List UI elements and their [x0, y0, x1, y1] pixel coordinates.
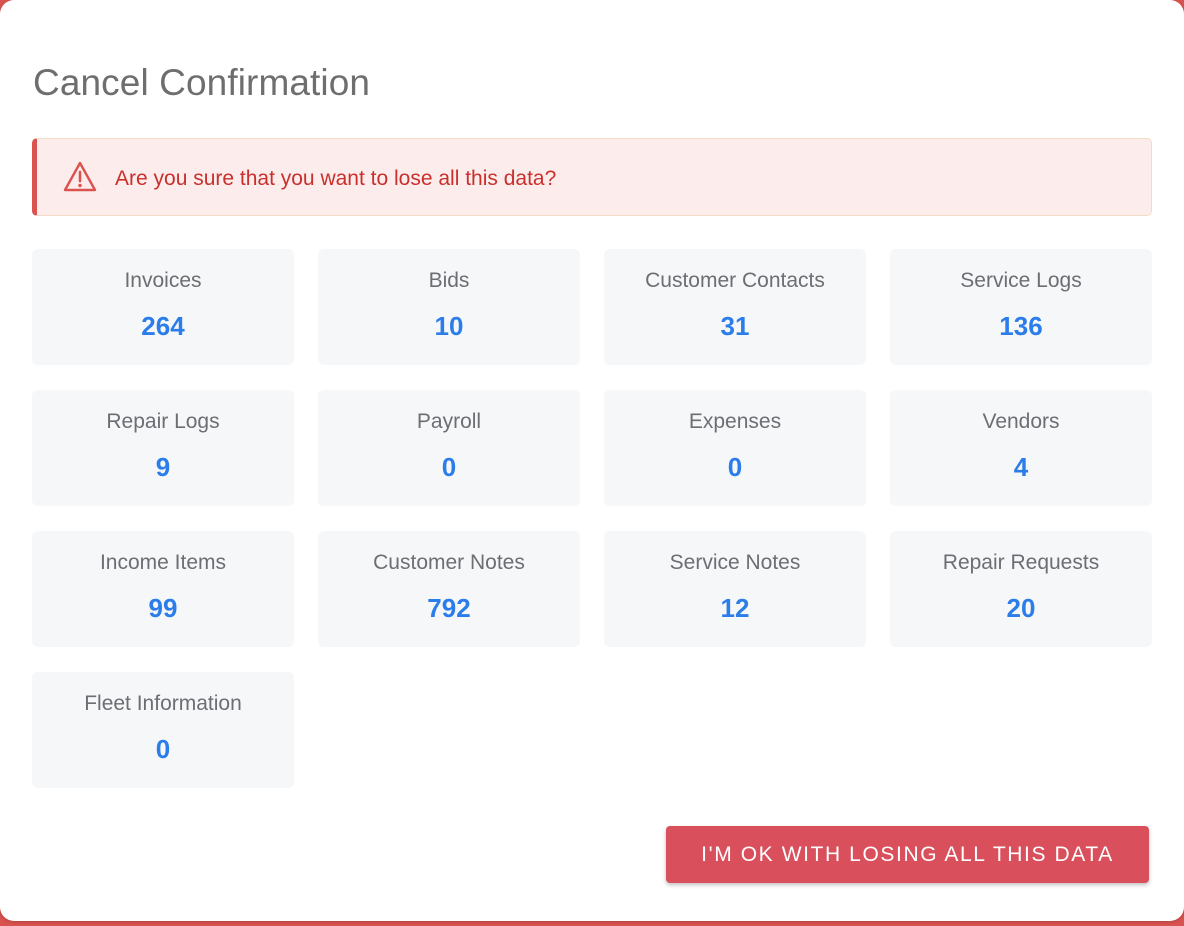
- stat-value: 0: [441, 452, 457, 482]
- stat-label: Repair Requests: [942, 551, 1100, 574]
- stat-value: 792: [427, 593, 471, 623]
- cancel-confirmation-dialog: Cancel Confirmation Are you sure that yo…: [0, 0, 1184, 921]
- stat-card-bids: Bids 10: [318, 249, 580, 365]
- dialog-title: Cancel Confirmation: [33, 62, 371, 103]
- stat-value: 20: [1006, 593, 1036, 623]
- stat-label: Bids: [428, 269, 470, 292]
- stat-value: 31: [720, 311, 750, 341]
- stat-label: Fleet Information: [84, 692, 242, 715]
- stat-card-expenses: Expenses 0: [604, 390, 866, 506]
- stat-card-vendors: Vendors 4: [890, 390, 1152, 506]
- stat-card-service-notes: Service Notes 12: [604, 531, 866, 647]
- stat-label: Invoices: [124, 269, 202, 292]
- stat-value: 0: [155, 734, 171, 764]
- stat-value: 0: [727, 452, 743, 482]
- stat-label: Income Items: [99, 551, 227, 574]
- stat-value: 136: [999, 311, 1043, 341]
- stat-label: Service Notes: [669, 551, 801, 574]
- stat-value: 12: [720, 593, 750, 623]
- stat-label: Service Logs: [960, 269, 1082, 292]
- warning-triangle-icon: [62, 160, 98, 194]
- stat-card-income-items: Income Items 99: [32, 531, 294, 647]
- stat-card-customer-notes: Customer Notes 792: [318, 531, 580, 647]
- stat-label: Vendors: [982, 410, 1060, 433]
- stat-value: 4: [1013, 452, 1029, 482]
- stat-value: 99: [148, 593, 178, 623]
- stat-card-repair-logs: Repair Logs 9: [32, 390, 294, 506]
- confirm-lose-data-button[interactable]: I'M OK WITH LOSING ALL THIS DATA: [666, 826, 1149, 883]
- stat-label: Expenses: [688, 410, 782, 433]
- stat-value: 264: [141, 311, 185, 341]
- data-summary-grid: Invoices 264 Bids 10 Customer Contacts 3…: [32, 249, 1152, 788]
- stat-label: Repair Logs: [106, 410, 220, 433]
- warning-message: Are you sure that you want to lose all t…: [115, 167, 557, 190]
- stat-card-repair-requests: Repair Requests 20: [890, 531, 1152, 647]
- stat-card-service-logs: Service Logs 136: [890, 249, 1152, 365]
- stat-label: Customer Contacts: [645, 269, 825, 292]
- stat-card-customer-contacts: Customer Contacts 31: [604, 249, 866, 365]
- stat-label: Payroll: [416, 410, 482, 433]
- stat-value: 9: [155, 452, 171, 482]
- warning-alert: Are you sure that you want to lose all t…: [32, 138, 1152, 216]
- stat-card-fleet-information: Fleet Information 0: [32, 672, 294, 788]
- stat-card-invoices: Invoices 264: [32, 249, 294, 365]
- stat-card-payroll: Payroll 0: [318, 390, 580, 506]
- stat-label: Customer Notes: [373, 551, 525, 574]
- stat-value: 10: [434, 311, 464, 341]
